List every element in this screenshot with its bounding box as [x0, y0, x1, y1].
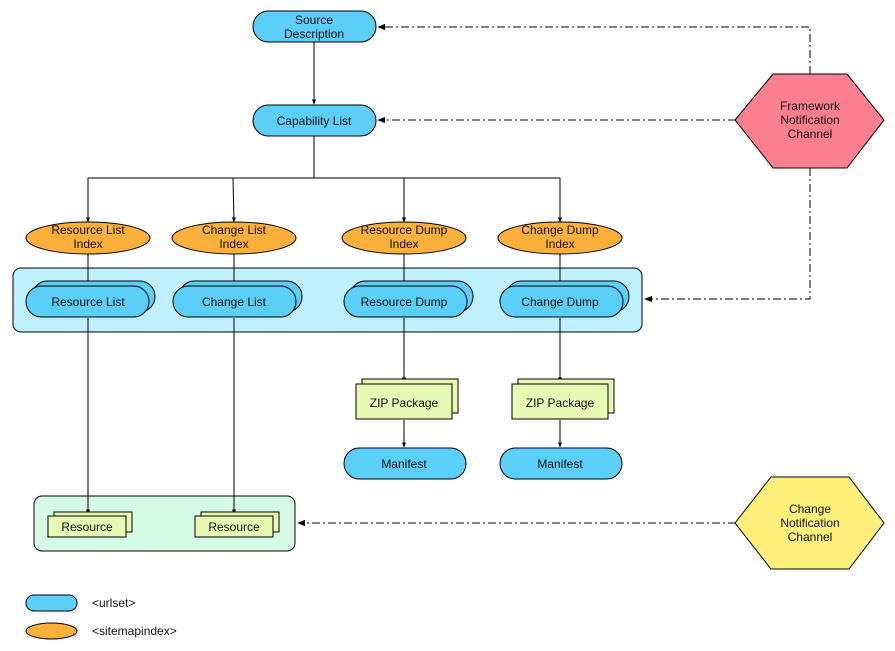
change-channel-label-2: Notification: [780, 516, 839, 530]
resource-dump-label: Resource Dump: [361, 295, 448, 309]
legend-sitemapindex-label: <sitemapindex>: [92, 624, 177, 638]
change-dump-label: Change Dump: [521, 295, 599, 309]
change-list-index-label-1: Change List: [202, 223, 267, 237]
manifest-node-1[interactable]: Manifest: [343, 447, 467, 480]
manifest-node-2[interactable]: Manifest: [499, 447, 623, 480]
resource-list-index-label-2: Index: [73, 237, 102, 251]
zip-package-label-2: ZIP Package: [526, 396, 595, 410]
change-dump-node[interactable]: Change Dump: [499, 280, 630, 318]
legend-urlset-label: <urlset>: [92, 596, 135, 610]
resource-node-2[interactable]: Resource: [194, 511, 280, 538]
change-list-index-label-2: Index: [219, 237, 248, 251]
change-list-index-node[interactable]: Change List Index: [171, 221, 297, 255]
change-notification-channel-node[interactable]: Change Notification Channel: [734, 476, 885, 570]
change-channel-label-3: Channel: [788, 530, 833, 544]
framework-channel-label-1: Framework: [780, 99, 841, 113]
resource-label-2: Resource: [208, 520, 260, 534]
resource-node-1[interactable]: Resource: [47, 511, 133, 538]
legend: <urlset> <sitemapindex>: [25, 594, 177, 640]
framework-notification-channel-node[interactable]: Framework Notification Channel: [734, 73, 885, 169]
change-dump-index-label-2: Index: [545, 237, 574, 251]
source-description-label-2: Description: [284, 27, 344, 41]
capability-list-node[interactable]: Capability List: [252, 104, 377, 137]
resource-dump-index-label-2: Index: [389, 237, 418, 251]
resource-list-node[interactable]: Resource List: [25, 280, 156, 318]
framework-channel-label-3: Channel: [788, 127, 833, 141]
resource-dump-index-node[interactable]: Resource Dump Index: [341, 221, 467, 255]
change-dump-index-label-1: Change Dump: [521, 223, 599, 237]
zip-package-label-1: ZIP Package: [370, 396, 439, 410]
resource-label-1: Resource: [61, 520, 113, 534]
capability-list-label: Capability List: [277, 114, 352, 128]
manifest-label-2: Manifest: [537, 457, 583, 471]
change-channel-label-1: Change: [789, 502, 831, 516]
source-description-node[interactable]: Source Description: [252, 10, 377, 43]
zip-package-node-1[interactable]: ZIP Package: [355, 378, 459, 420]
resource-list-index-label-1: Resource List: [51, 223, 125, 237]
change-list-node[interactable]: Change List: [172, 280, 303, 318]
legend-sitemapindex-swatch: [25, 622, 78, 640]
framework-channel-label-2: Notification: [780, 113, 839, 127]
resource-dump-index-label-1: Resource Dump: [361, 223, 448, 237]
source-description-label-1: Source: [295, 13, 333, 27]
zip-package-node-2[interactable]: ZIP Package: [511, 378, 615, 420]
diagram-canvas: Source Description Capability List Frame…: [12, 10, 885, 640]
resource-list-index-node[interactable]: Resource List Index: [25, 221, 151, 255]
legend-urlset-swatch: [25, 594, 78, 612]
resource-list-label: Resource List: [51, 295, 125, 309]
change-list-label: Change List: [202, 295, 267, 309]
resource-dump-node[interactable]: Resource Dump: [343, 280, 474, 318]
change-dump-index-node[interactable]: Change Dump Index: [497, 221, 623, 255]
manifest-label-1: Manifest: [381, 457, 427, 471]
